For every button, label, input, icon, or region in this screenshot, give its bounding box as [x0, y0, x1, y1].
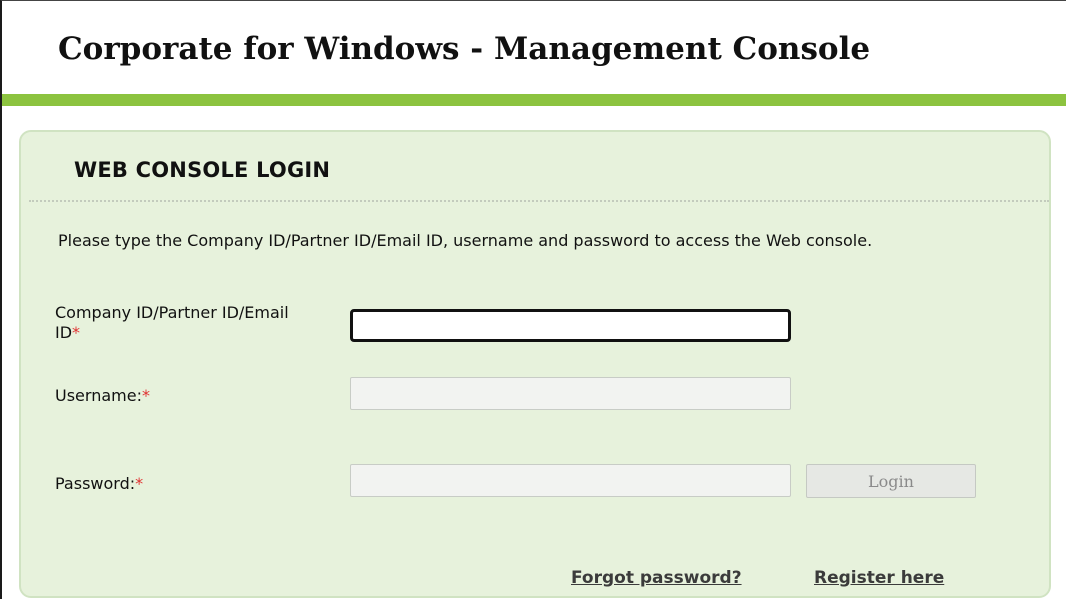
required-marker: *	[141, 386, 150, 405]
username-input[interactable]	[350, 377, 791, 410]
username-label-text: Username:	[55, 386, 142, 405]
login-instructions: Please type the Company ID/Partner ID/Em…	[58, 231, 873, 250]
company-id-input[interactable]	[350, 309, 791, 342]
app-window: Corporate for Windows - Management Conso…	[0, 0, 1066, 599]
password-label-text: Password:	[55, 474, 136, 493]
login-button[interactable]: Login	[806, 464, 976, 498]
company-id-label: Company ID/Partner ID/Email ID*	[55, 303, 315, 343]
required-marker: *	[135, 474, 144, 493]
username-label: Username:*	[55, 386, 150, 406]
forgot-password-link[interactable]: Forgot password?	[571, 568, 742, 588]
panel-divider	[29, 200, 1049, 202]
password-input[interactable]	[350, 464, 791, 497]
login-panel: WEB CONSOLE LOGIN Please type the Compan…	[19, 130, 1051, 598]
password-label: Password:*	[55, 474, 143, 494]
panel-title: WEB CONSOLE LOGIN	[74, 158, 331, 182]
app-title: Corporate for Windows - Management Conso…	[58, 31, 871, 67]
header-accent-bar	[2, 94, 1066, 106]
company-id-label-text: Company ID/Partner ID/Email ID	[55, 303, 289, 342]
required-marker: *	[72, 323, 81, 342]
register-link[interactable]: Register here	[814, 568, 944, 588]
